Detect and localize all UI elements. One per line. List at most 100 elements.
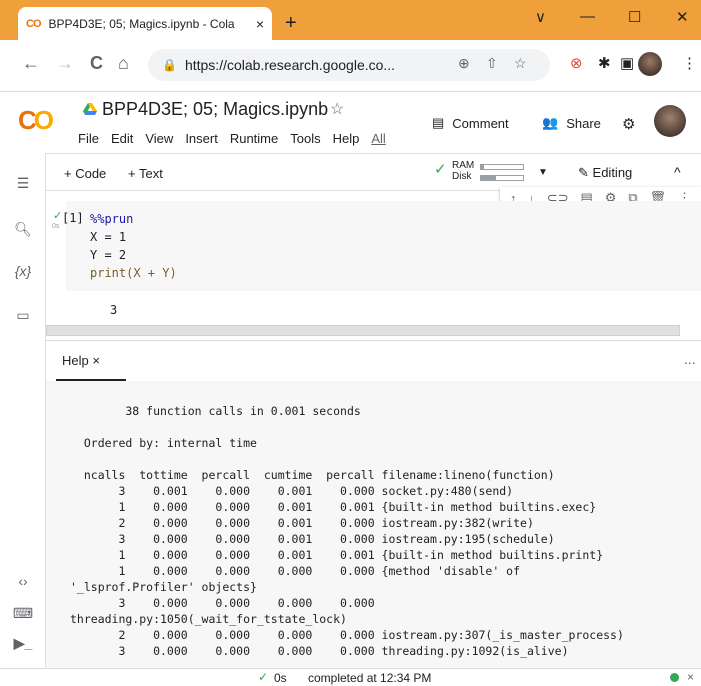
notebook-toolbar: + Code + Text ✓ RAM Disk ▼ ✎ Editing ^	[46, 153, 701, 191]
star-icon[interactable]: ☆	[330, 99, 344, 119]
status-bar: ✓ 0s completed at 12:34 PM ×	[0, 668, 701, 686]
code-text[interactable]: %%prun X = 1 Y = 2 print(X + Y)	[90, 210, 177, 282]
files-folder-icon[interactable]: ▭	[0, 307, 46, 324]
help-more-icon[interactable]: ...	[684, 351, 696, 367]
help-tab[interactable]: Help ×	[62, 353, 100, 368]
colab-logo-o: O	[33, 105, 54, 135]
drive-icon	[83, 103, 97, 115]
comment-button[interactable]: ▤ Comment	[432, 115, 509, 131]
editing-mode-button[interactable]: ✎ Editing	[578, 165, 632, 181]
address-bar[interactable]: 🔒 https://colab.research.google.co... ⊕ …	[148, 49, 550, 81]
execution-count: [1]	[62, 211, 84, 225]
run-status-check-icon[interactable]: ✓	[53, 209, 62, 222]
extensions-puzzle-icon[interactable]: ✱	[598, 54, 611, 72]
back-button[interactable]: ←	[22, 53, 40, 74]
add-code-button[interactable]: + Code	[64, 166, 106, 181]
code-cell: ✓ 0s [1] %%prun X = 1 Y = 2 print(X + Y)…	[46, 201, 701, 325]
zoom-icon[interactable]: ⊕	[458, 55, 470, 72]
menu-runtime[interactable]: Runtime	[230, 131, 278, 146]
maximize-button[interactable]: ☐	[628, 8, 641, 26]
comment-icon: ▤	[432, 115, 445, 130]
profile-line: 3 0.000 0.000 0.000 0.000	[70, 596, 375, 610]
command-palette-icon[interactable]: ⌨	[0, 605, 46, 622]
bookmark-star-icon[interactable]: ☆	[514, 55, 527, 72]
code-line-2: X = 1	[90, 230, 127, 244]
browser-toolbar: ← → C ⌂ 🔒 https://colab.research.google.…	[0, 40, 701, 92]
menu-insert[interactable]: Insert	[185, 131, 218, 146]
notebook-title[interactable]: BPP4D3E; 05; Magics.ipynb	[102, 99, 328, 120]
code-line-3: Y = 2	[90, 248, 127, 262]
tab-title: BPP4D3E; 05; Magics.ipynb - Cola	[48, 16, 235, 31]
resource-monitor[interactable]: ✓ RAM Disk	[434, 160, 524, 182]
ram-label: RAM	[452, 160, 475, 171]
profile-line: 2 0.000 0.000 0.000 0.000 iostream.py:30…	[70, 628, 624, 642]
profile-line: 3 0.000 0.000 0.000 0.000 threading.py:1…	[70, 644, 569, 658]
url-text: https://colab.research.google.co...	[184, 57, 396, 73]
menu-edit[interactable]: Edit	[111, 131, 133, 146]
menu-all-changes[interactable]: All	[371, 131, 385, 146]
profile-line: 38 function calls in 0.001 seconds	[70, 404, 361, 418]
close-window-button[interactable]: ✕	[676, 8, 689, 26]
disk-label: Disk	[452, 171, 472, 182]
account-avatar[interactable]	[654, 105, 686, 137]
colab-header: CO BPP4D3E; 05; Magics.ipynb ☆ File Edit…	[0, 93, 701, 153]
connected-check-icon: ✓	[434, 161, 447, 178]
profile-line	[70, 419, 624, 435]
profile-line: 1 0.000 0.000 0.001 0.001 {built-in meth…	[70, 548, 604, 562]
minimize-button[interactable]: —	[580, 8, 595, 25]
ram-bar-fill	[481, 165, 485, 169]
add-text-button[interactable]: + Text	[128, 166, 163, 181]
menu-bar: File Edit View Insert Runtime Tools Help…	[78, 131, 386, 146]
profile-line: threading.py:1050(_wait_for_tstate_lock)	[70, 612, 347, 626]
profile-line: 1 0.000 0.000 0.001 0.001 {built-in meth…	[70, 500, 597, 514]
menu-tools[interactable]: Tools	[290, 131, 320, 146]
editing-label: Editing	[592, 165, 633, 180]
code-line-4: print(X + Y)	[90, 266, 177, 280]
new-tab-button[interactable]: +	[285, 12, 297, 35]
colab-logo-c: C	[18, 105, 37, 135]
ram-bar	[480, 164, 524, 170]
search-icon[interactable]: 🔍︎	[0, 221, 46, 238]
forward-button[interactable]: →	[56, 53, 74, 74]
runtime-dropdown-icon[interactable]: ▼	[538, 167, 548, 178]
side-panel-icon[interactable]: ▣	[620, 54, 634, 72]
menu-help[interactable]: Help	[333, 131, 360, 146]
share-button[interactable]: 👥 Share	[542, 115, 601, 131]
tab-close-icon[interactable]: ×	[256, 16, 264, 32]
browser-tab[interactable]: CO BPP4D3E; 05; Magics.ipynb - Cola ×	[18, 7, 272, 40]
connection-status-dot	[670, 673, 679, 682]
pencil-icon: ✎	[578, 165, 589, 180]
colab-favicon: CO	[26, 17, 41, 30]
colab-logo[interactable]: CO	[18, 105, 54, 136]
menu-view[interactable]: View	[145, 131, 173, 146]
comment-label: Comment	[452, 115, 509, 131]
variables-icon[interactable]: {x}	[0, 263, 46, 279]
help-content: 38 function calls in 0.001 seconds Order…	[46, 381, 701, 669]
table-of-contents-icon[interactable]: ☰	[0, 175, 46, 192]
home-button[interactable]: ⌂	[118, 53, 129, 74]
profile-line: ncalls tottime percall cumtime percall f…	[70, 468, 555, 482]
help-pane: Help × ... 38 function calls in 0.001 se…	[46, 340, 701, 669]
status-close-icon[interactable]: ×	[687, 670, 694, 684]
share-page-icon[interactable]: ⇧	[486, 55, 498, 72]
disk-bar	[480, 175, 524, 181]
code-snippets-icon[interactable]: ‹›	[0, 573, 46, 589]
extension-icon[interactable]: ⊗	[570, 54, 583, 72]
share-label: Share	[566, 115, 601, 131]
output-horizontal-scrollbar[interactable]	[46, 325, 680, 336]
chrome-menu-icon[interactable]: ⋮	[682, 54, 697, 72]
settings-gear-icon[interactable]: ⚙	[622, 115, 635, 133]
profile-line: 3 0.000 0.000 0.001 0.000 iostream.py:19…	[70, 532, 555, 546]
profile-line: Ordered by: internal time	[70, 436, 257, 450]
people-icon: 👥	[542, 115, 559, 130]
collapse-header-icon[interactable]: ^	[674, 164, 681, 180]
profile-line: 1 0.000 0.000 0.000 0.000 {method 'disab…	[70, 564, 521, 578]
browser-tabstrip: CO BPP4D3E; 05; Magics.ipynb - Cola × + …	[0, 0, 701, 40]
menu-file[interactable]: File	[78, 131, 99, 146]
disk-bar-fill	[481, 176, 496, 180]
reload-button[interactable]: C	[90, 53, 103, 74]
profile-avatar[interactable]	[638, 52, 662, 76]
terminal-icon[interactable]: ▶_	[0, 635, 46, 652]
profile-line: 2 0.000 0.000 0.001 0.000 iostream.py:38…	[70, 516, 534, 530]
tab-search-chevron-icon[interactable]: ∨	[535, 8, 546, 26]
